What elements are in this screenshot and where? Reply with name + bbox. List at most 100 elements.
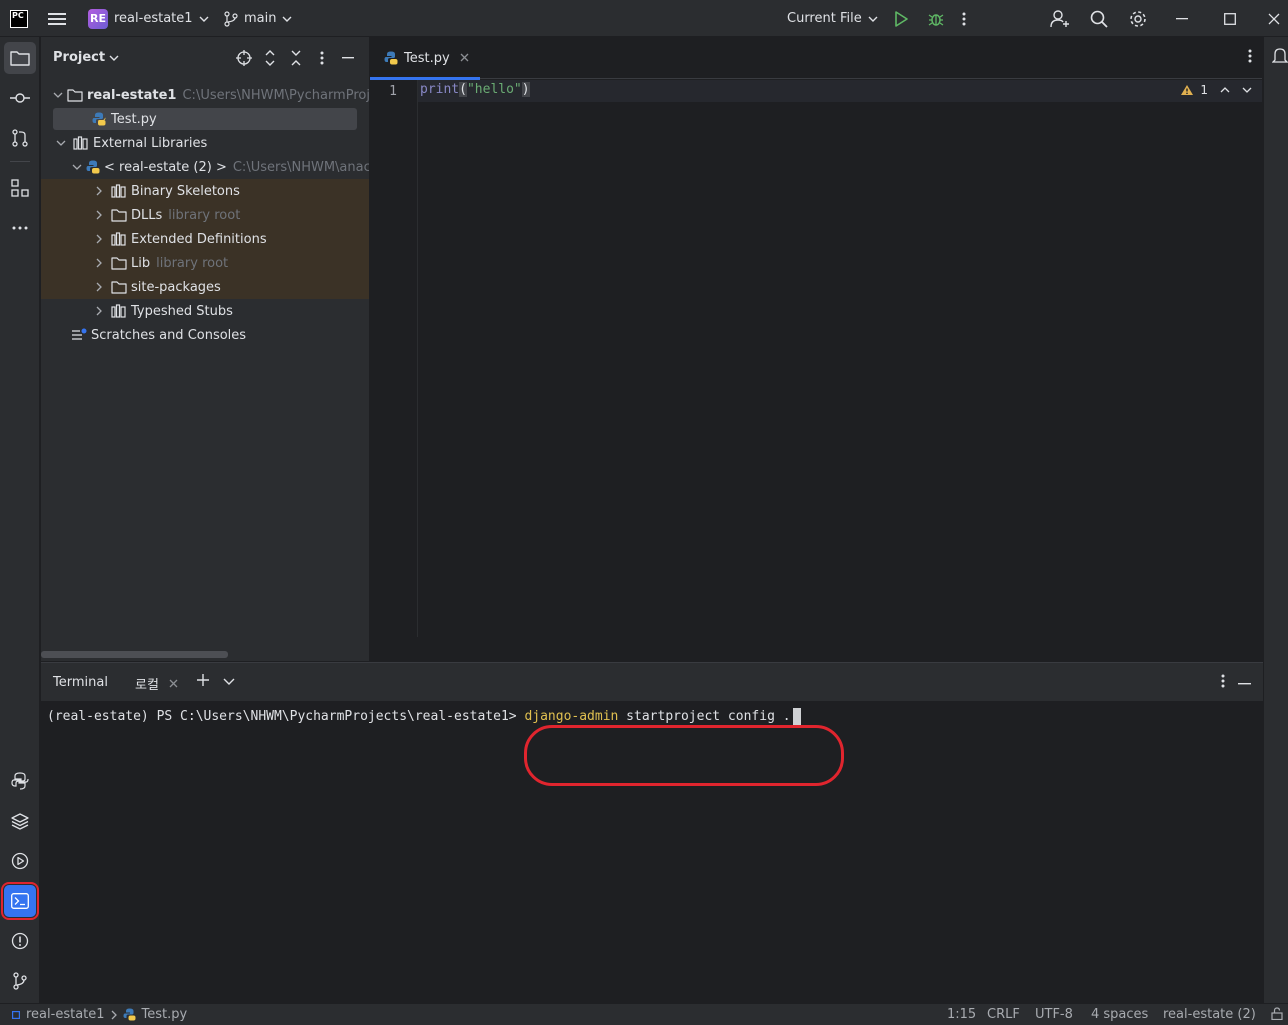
tree-item-external-libraries[interactable]: External Libraries	[41, 131, 369, 155]
hide-panel-button[interactable]	[339, 49, 357, 67]
horizontal-scrollbar[interactable]	[41, 651, 228, 658]
tree-item-dlls[interactable]: DLLs library root	[41, 203, 369, 227]
python-file-icon	[123, 1008, 136, 1021]
line-separator[interactable]: CRLF	[987, 1007, 1020, 1022]
git-tool-button[interactable]	[4, 965, 36, 997]
run-button[interactable]	[894, 0, 914, 37]
more-vertical-icon	[962, 12, 966, 26]
run-services-icon	[11, 852, 29, 870]
search-icon	[1090, 10, 1108, 28]
tree-item-binary-skeletons[interactable]: Binary Skeletons	[41, 179, 369, 203]
tree-item-test-py[interactable]: Test.py	[41, 107, 369, 131]
more-vertical-icon	[1248, 49, 1252, 63]
minimize-icon	[342, 57, 354, 59]
tree-item-python-sdk[interactable]: < real-estate (2) > C:\Users\NHWM\anacon…	[41, 155, 369, 179]
select-opened-file-button[interactable]	[235, 49, 253, 67]
chevron-down-icon[interactable]	[1242, 87, 1252, 93]
close-terminal-tab-button[interactable]	[169, 677, 178, 691]
chevron-down-icon[interactable]	[72, 159, 82, 175]
commit-tool-button[interactable]	[4, 82, 36, 114]
notifications-button[interactable]	[1272, 47, 1288, 69]
main-menu-button[interactable]	[48, 0, 70, 37]
folder-icon	[111, 207, 127, 223]
terminal-tab-local[interactable]: 로컬	[135, 674, 178, 693]
chevron-right-icon[interactable]	[91, 303, 107, 319]
search-everywhere-button[interactable]	[1090, 0, 1110, 37]
terminal-command-line[interactable]: (real-estate) PS C:\Users\NHWM\PycharmPr…	[47, 708, 801, 725]
collapse-all-button[interactable]	[287, 49, 305, 67]
chevron-down-icon	[282, 16, 292, 22]
project-switcher[interactable]: RE real-estate1	[88, 0, 209, 37]
chevron-down-icon[interactable]	[53, 87, 63, 103]
new-terminal-tab-button[interactable]	[196, 673, 210, 691]
hide-terminal-button[interactable]	[1238, 674, 1251, 689]
project-panel-header: Project	[41, 37, 369, 79]
file-encoding[interactable]: UTF-8	[1035, 1007, 1073, 1022]
chevron-down-icon[interactable]	[53, 135, 69, 151]
chevron-right-icon[interactable]	[91, 231, 107, 247]
chevron-right-icon[interactable]	[91, 279, 107, 295]
tree-item-lib[interactable]: Lib library root	[41, 251, 369, 275]
tree-item-scratches[interactable]: Scratches and Consoles	[41, 323, 369, 347]
chevron-right-icon[interactable]	[91, 207, 107, 223]
terminal-header: Terminal 로컬	[41, 663, 1263, 701]
warnings-count: 1	[1200, 83, 1208, 97]
terminal-command-args: startproject config .	[618, 709, 791, 724]
terminal-output[interactable]: (real-estate) PS C:\Users\NHWM\PycharmPr…	[41, 701, 1263, 1004]
close-window-button[interactable]	[1268, 0, 1288, 37]
breadcrumb-file[interactable]: Test.py	[142, 1007, 188, 1022]
terminal-tool-button[interactable]	[1, 882, 39, 920]
expand-all-button[interactable]	[261, 49, 279, 67]
tree-item-project-root[interactable]: real-estate1 C:\Users\NHWM\PycharmProjec…	[41, 83, 369, 107]
maximize-window-button[interactable]	[1224, 0, 1244, 37]
chevron-up-icon[interactable]	[1220, 87, 1230, 93]
lock-icon[interactable]	[1271, 1007, 1283, 1020]
breadcrumb-project[interactable]: real-estate1	[26, 1007, 105, 1022]
pull-requests-tool-button[interactable]	[4, 122, 36, 154]
more-horizontal-icon	[12, 226, 28, 230]
debug-button[interactable]	[928, 0, 948, 37]
panel-options-button[interactable]	[313, 49, 331, 67]
line-number-gutter: 1	[370, 80, 418, 637]
run-configuration-selector[interactable]: Current File	[787, 0, 878, 37]
tree-item-typeshed-stubs[interactable]: Typeshed Stubs	[41, 299, 369, 323]
minimize-icon	[1176, 17, 1188, 20]
python-packages-tool-button[interactable]	[4, 805, 36, 837]
more-vertical-icon	[1221, 674, 1225, 688]
caret-position[interactable]: 1:15	[947, 1007, 976, 1022]
problems-tool-button[interactable]	[4, 925, 36, 957]
tree-item-extended-definitions[interactable]: Extended Definitions	[41, 227, 369, 251]
more-tools-button[interactable]	[4, 212, 36, 244]
indent-setting[interactable]: 4 spaces	[1091, 1007, 1148, 1022]
branch-icon	[224, 10, 238, 27]
close-tab-button[interactable]	[460, 51, 469, 65]
branch-switcher[interactable]: main	[224, 0, 292, 37]
terminal-options-button[interactable]	[1221, 674, 1225, 692]
structure-icon	[11, 179, 29, 197]
code-line[interactable]: print("hello")	[420, 82, 530, 97]
minimize-window-button[interactable]	[1176, 0, 1196, 37]
services-tool-button[interactable]	[4, 845, 36, 877]
code-with-me-button[interactable]	[1050, 0, 1070, 37]
settings-button[interactable]	[1129, 0, 1149, 37]
editor-tab-test-py[interactable]: Test.py	[370, 37, 480, 80]
editor-tabs-options-button[interactable]	[1248, 49, 1252, 67]
python-console-tool-button[interactable]	[4, 765, 36, 797]
terminal-shell-dropdown[interactable]	[223, 675, 235, 690]
tree-item-label: Scratches and Consoles	[91, 327, 247, 343]
chevron-right-icon	[111, 1010, 117, 1020]
structure-tool-button[interactable]	[4, 172, 36, 204]
inspection-widget[interactable]: 1	[1180, 83, 1252, 97]
tree-item-label: Test.py	[111, 111, 157, 127]
python-interpreter[interactable]: real-estate (2)	[1163, 1007, 1256, 1022]
project-view-selector[interactable]: Project	[53, 50, 119, 65]
project-tool-button[interactable]	[4, 42, 36, 74]
app-logo[interactable]: PC	[10, 0, 30, 37]
chevron-right-icon[interactable]	[91, 255, 107, 271]
chevron-right-icon[interactable]	[91, 183, 107, 199]
left-tool-strip	[0, 37, 40, 1003]
more-actions-button[interactable]	[962, 0, 982, 37]
code-string-token: "hello"	[466, 82, 522, 97]
tree-item-site-packages[interactable]: site-packages	[41, 275, 369, 299]
strip-divider	[10, 161, 30, 162]
